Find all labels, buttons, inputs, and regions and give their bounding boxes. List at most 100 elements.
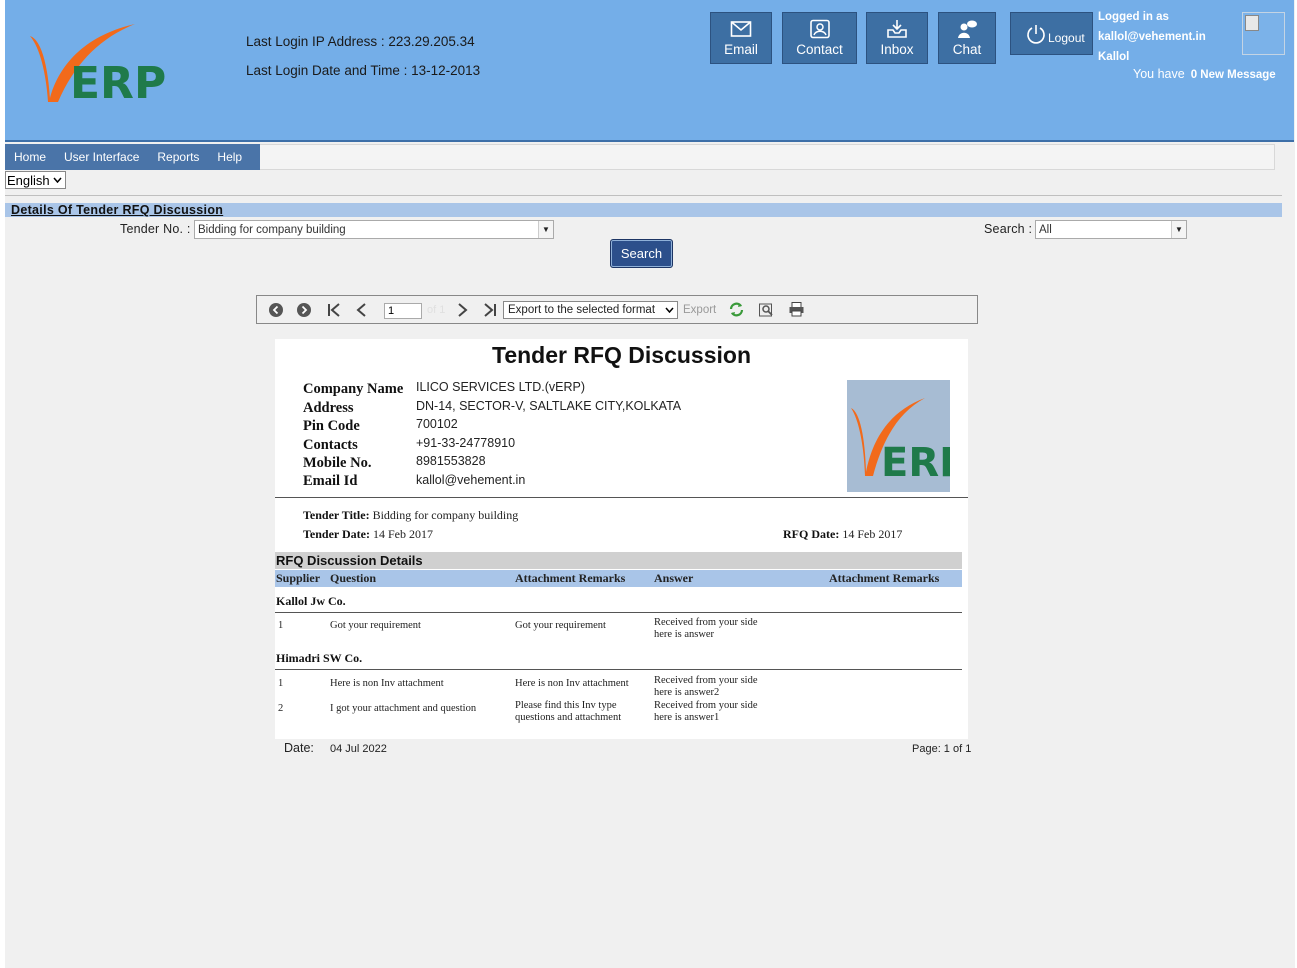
col-supplier: Supplier (276, 571, 321, 585)
tender-date-label: Tender Date: (303, 527, 370, 541)
company-name-value: ILICO SERVICES LTD.(vERP) (416, 380, 586, 394)
row-number: 1 (278, 678, 284, 689)
report-viewer-toolbar: 1 of 1 Export to the selected format Exp… (256, 295, 978, 324)
broken-image-icon (1245, 15, 1259, 31)
last-login-date-label: Last Login Date and Time : (246, 63, 408, 78)
question-cell: Here is non Inv attachment (330, 678, 444, 689)
print-icon[interactable] (788, 301, 805, 318)
row-number: 1 (278, 620, 284, 631)
language-value: English (7, 172, 50, 188)
menu-item-user-interface[interactable]: User Interface (55, 150, 148, 164)
tender-no-select[interactable]: Bidding for company building ▼ (194, 220, 554, 239)
new-message-info: You have 0 New Message (1133, 67, 1276, 81)
chevron-down-icon (53, 177, 62, 183)
header-bar: ERP Last Login IP Address : 223.29.205.3… (5, 0, 1294, 142)
divider (5, 195, 1282, 196)
tender-no-label: Tender No. : (120, 222, 191, 236)
address-value: DN-14, SECTOR-V, SALTLAKE CITY,KOLKATA (416, 399, 682, 413)
tender-date-line: Tender Date: 14 Feb 2017 (303, 527, 433, 542)
last-login-ip-label: Last Login IP Address : (246, 34, 385, 49)
menu-item-reports[interactable]: Reports (148, 150, 208, 164)
new-message-link[interactable]: 0 New Message (1191, 69, 1276, 81)
next-page-icon[interactable] (454, 302, 470, 318)
row-number: 2 (278, 703, 284, 714)
contact-button[interactable]: Contact (782, 12, 857, 64)
email-button-label: Email (724, 42, 758, 57)
logout-button[interactable]: Logout (1010, 12, 1093, 55)
email-button[interactable]: Email (710, 12, 772, 64)
col-question: Question (330, 571, 377, 585)
rfq-section-title: RFQ Discussion Details (275, 552, 962, 569)
menu-item-home[interactable]: Home (5, 150, 55, 164)
address-label: Address (303, 400, 354, 416)
logged-in-panel: Logged in as kallol@vehement.in Kallol (1098, 7, 1206, 67)
first-page-icon[interactable] (326, 302, 342, 318)
col-answer: Answer (654, 571, 694, 585)
page-number-input[interactable]: 1 (384, 303, 422, 319)
col-attachment-remarks: Attachment Remarks (515, 571, 626, 585)
chevron-down-icon (665, 307, 674, 313)
rfq-date-line: RFQ Date: 14 Feb 2017 (783, 527, 902, 542)
search-filter-select[interactable]: All ▼ (1035, 220, 1187, 239)
company-name-label: Company Name (303, 381, 404, 397)
page-info: Page: 1 of 1 (912, 743, 972, 755)
inbox-button-label: Inbox (880, 42, 914, 57)
answer-line-2: here is answer (654, 629, 715, 640)
inbox-button[interactable]: Inbox (866, 12, 928, 64)
answer-line-1: Received from your side (654, 617, 758, 628)
answer-line-2: here is answer2 (654, 687, 720, 698)
main-menu: Home User Interface Reports Help (5, 144, 260, 170)
remarks-cell: Here is non Inv attachment (515, 678, 629, 689)
inbox-tray-icon (887, 20, 907, 38)
last-login-ip: 223.29.205.34 (388, 34, 475, 49)
email-id-label: Email Id (303, 473, 358, 489)
menu-item-help[interactable]: Help (208, 150, 251, 164)
mobile-label: Mobile No. (303, 455, 372, 471)
chat-users-icon (958, 20, 977, 38)
remarks-line-2: questions and attachment (515, 712, 622, 723)
export-link[interactable]: Export (683, 304, 716, 316)
pin-code-value: 700102 (416, 417, 458, 431)
divider (275, 669, 962, 670)
question-cell: I got your attachment and question (330, 703, 477, 714)
envelope-icon (730, 21, 752, 37)
search-label: Search : (984, 222, 1033, 236)
supplier-name: Himadri SW Co. (276, 651, 363, 665)
tender-date-value: 14 Feb 2017 (373, 527, 433, 541)
search-button[interactable]: Search (610, 239, 673, 268)
contact-card-icon (809, 19, 830, 39)
remarks-cell: Got your requirement (515, 620, 606, 631)
last-login-info: Last Login IP Address : 223.29.205.34 La… (246, 27, 480, 85)
chat-button[interactable]: Chat (938, 12, 996, 64)
refresh-icon[interactable] (728, 301, 745, 318)
verp-logo: ERP (30, 24, 166, 106)
tender-title-line: Tender Title: Bidding for company buildi… (303, 508, 518, 523)
rfq-date-value: 14 Feb 2017 (842, 527, 903, 541)
pin-code-label: Pin Code (303, 418, 360, 434)
power-icon (1027, 24, 1045, 44)
user-email: kallol@vehement.in (1098, 31, 1206, 43)
supplier-name: Kallol Jw Co. (276, 594, 346, 608)
report-verp-logo: ERP (847, 380, 950, 492)
contact-button-label: Contact (796, 42, 843, 57)
section-title: Details Of Tender RFQ Discussion (5, 203, 1282, 217)
previous-page-icon[interactable] (354, 302, 370, 318)
logo-text: ERP (70, 58, 166, 106)
forward-icon[interactable] (296, 302, 312, 318)
remarks-line-1: Please find this Inv type (515, 700, 617, 711)
tender-title-label: Tender Title: (303, 508, 370, 522)
export-format-select[interactable]: Export to the selected format (503, 301, 678, 319)
dropdown-arrow-icon: ▼ (538, 221, 553, 238)
back-icon[interactable] (268, 302, 284, 318)
avatar[interactable] (1242, 12, 1285, 55)
question-cell: Got your requirement (330, 620, 421, 631)
user-name: Kallol (1098, 51, 1130, 63)
last-page-icon[interactable] (482, 302, 498, 318)
tender-title-value: Bidding for company building (372, 508, 519, 522)
mobile-value: 8981553828 (416, 454, 486, 468)
report-logo-text: ERP (881, 440, 950, 486)
language-select[interactable]: English (5, 171, 66, 189)
logout-label: Logout (1048, 30, 1085, 45)
find-icon[interactable] (758, 301, 775, 318)
search-filter-value: All (1039, 224, 1052, 236)
